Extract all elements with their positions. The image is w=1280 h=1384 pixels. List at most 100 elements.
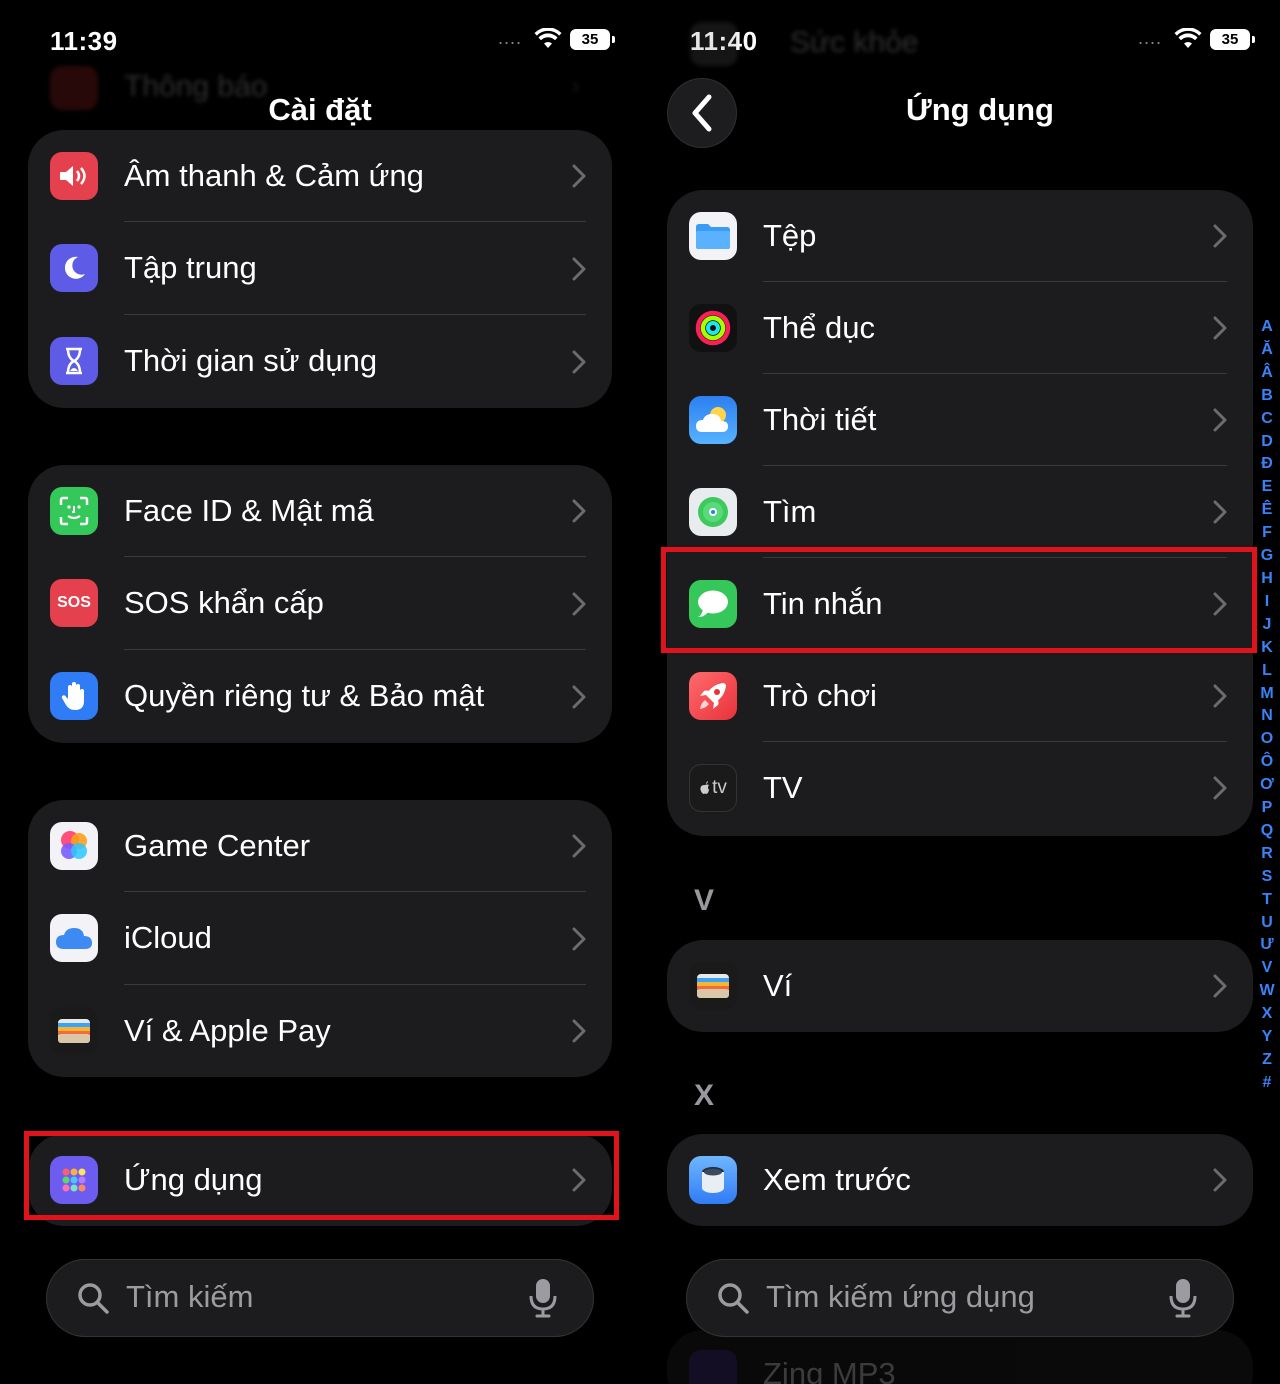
app-row-files[interactable]: Tệp: [667, 190, 1253, 282]
index-letter[interactable]: Â: [1261, 362, 1273, 385]
settings-row-apps[interactable]: Ứng dụng: [28, 1134, 612, 1226]
index-letter[interactable]: U: [1261, 912, 1273, 935]
settings-row-sos[interactable]: SOS SOS khẩn cấp: [28, 557, 612, 650]
app-row-zing-mp3[interactable]: Zing MP3: [667, 1330, 1253, 1384]
index-letter[interactable]: T: [1262, 889, 1272, 912]
search-placeholder: Tìm kiếm ứng dụng: [766, 1279, 1035, 1314]
chevron-right-icon: [1213, 316, 1227, 340]
index-letter[interactable]: M: [1260, 683, 1273, 706]
status-time: 11:39: [50, 26, 118, 56]
settings-row-wallet[interactable]: Ví & Apple Pay: [28, 985, 612, 1077]
app-row-wallet[interactable]: Ví: [667, 940, 1253, 1032]
index-letter[interactable]: S: [1262, 866, 1273, 889]
settings-row-sound[interactable]: Âm thanh & Cảm ứng: [28, 130, 612, 222]
page-title: Ứng dụng: [906, 92, 1054, 127]
row-label: Ứng dụng: [124, 1162, 263, 1197]
index-letter[interactable]: D: [1261, 431, 1273, 454]
row-label: Face ID & Mật mã: [124, 493, 374, 528]
apps-group-z-peek: Zing MP3: [667, 1330, 1253, 1384]
game-center-icon: [50, 822, 98, 870]
settings-screen: 11:39 .... 35 Thông báo › Cài đặt Âm tha…: [0, 0, 640, 1384]
index-letter[interactable]: O: [1261, 728, 1273, 751]
cellular-signal: ....: [497, 28, 522, 48]
search-bar[interactable]: Tìm kiếm: [46, 1259, 594, 1337]
chevron-right-icon: [1213, 684, 1227, 708]
index-letter[interactable]: A: [1261, 316, 1273, 339]
index-letter[interactable]: C: [1261, 408, 1273, 431]
settings-row-privacy[interactable]: Quyền riêng tư & Bảo mật: [28, 650, 612, 743]
index-letter[interactable]: F: [1262, 522, 1272, 545]
settings-row-screen-time[interactable]: Thời gian sử dụng: [28, 315, 612, 408]
wallet-icon: [50, 1007, 98, 1055]
index-letter[interactable]: Y: [1262, 1026, 1273, 1049]
chevron-right-icon: [1213, 776, 1227, 800]
folder-icon: [689, 212, 737, 260]
row-label: Ví & Apple Pay: [124, 1013, 331, 1048]
back-button[interactable]: [667, 78, 737, 148]
app-row-tv[interactable]: tv TV: [667, 742, 1253, 836]
index-letter[interactable]: G: [1261, 545, 1273, 568]
index-letter[interactable]: Ô: [1261, 751, 1273, 774]
search-icon: [718, 1283, 749, 1314]
index-letter[interactable]: J: [1263, 614, 1272, 637]
cloud-icon: [50, 914, 98, 962]
hourglass-icon: [50, 337, 98, 385]
index-letter[interactable]: V: [1262, 957, 1273, 980]
chevron-right-icon: [572, 592, 586, 616]
apps-group-t: Tệp Thể dục Thời tiết Tìm Tin nhắn Trò c…: [667, 190, 1253, 836]
index-letter[interactable]: Ư: [1260, 934, 1273, 957]
index-letter[interactable]: B: [1261, 385, 1273, 408]
index-letter[interactable]: Ă: [1261, 339, 1273, 362]
chevron-right-icon: [572, 1019, 586, 1043]
row-label: Game Center: [124, 828, 311, 863]
index-letter[interactable]: X: [1262, 1003, 1273, 1026]
settings-group-2: Face ID & Mật mã SOS SOS khẩn cấp Quyền …: [28, 465, 612, 743]
apps-grid-icon: [50, 1156, 98, 1204]
rocket-icon: [689, 672, 737, 720]
app-row-messages[interactable]: Tin nhắn: [667, 558, 1253, 650]
index-letter[interactable]: Ê: [1262, 499, 1273, 522]
row-label: Trò chơi: [763, 678, 877, 713]
index-letter[interactable]: N: [1261, 705, 1273, 728]
section-header-v: V: [694, 884, 715, 917]
index-letter[interactable]: E: [1262, 476, 1273, 499]
app-row-preview[interactable]: Xem trước: [667, 1134, 1253, 1226]
chevron-left-icon: [692, 94, 712, 132]
settings-row-icloud[interactable]: iCloud: [28, 892, 612, 985]
settings-row-game-center[interactable]: Game Center: [28, 800, 612, 892]
index-letter[interactable]: P: [1262, 797, 1273, 820]
tv-icon-text: tv: [712, 777, 727, 798]
find-my-icon: [689, 488, 737, 536]
chevron-right-icon: [1213, 592, 1227, 616]
row-label: Thể dục: [763, 310, 876, 345]
index-letter[interactable]: R: [1261, 843, 1273, 866]
index-letter[interactable]: H: [1261, 568, 1273, 591]
section-header-x: X: [694, 1079, 715, 1112]
index-letter[interactable]: Đ: [1261, 453, 1273, 476]
index-letter[interactable]: W: [1259, 980, 1274, 1003]
app-row-games[interactable]: Trò chơi: [667, 650, 1253, 742]
app-row-weather[interactable]: Thời tiết: [667, 374, 1253, 466]
index-letter[interactable]: L: [1262, 660, 1272, 683]
index-letter[interactable]: #: [1263, 1072, 1272, 1095]
sos-icon-text: SOS: [57, 594, 91, 611]
chevron-right-icon: [1213, 224, 1227, 248]
app-row-fitness[interactable]: Thể dục: [667, 282, 1253, 374]
index-letter[interactable]: I: [1265, 591, 1269, 614]
row-label: Quyền riêng tư & Bảo mật: [124, 678, 485, 713]
settings-row-face-id[interactable]: Face ID & Mật mã: [28, 465, 612, 557]
index-letter[interactable]: Q: [1261, 820, 1273, 843]
row-label: Tìm: [763, 494, 817, 529]
alphabet-index[interactable]: A Ă Â B C D Đ E Ê F G H I J K L M N O Ô Ơ P Q R S T U Ư V W X Y Z #: [1254, 316, 1280, 1095]
index-letter[interactable]: K: [1261, 637, 1273, 660]
app-search-bar[interactable]: Tìm kiếm ứng dụng: [686, 1259, 1234, 1337]
row-label: Âm thanh & Cảm ứng: [124, 158, 424, 193]
settings-row-focus[interactable]: Tập trung: [28, 222, 612, 315]
index-letter[interactable]: Z: [1262, 1049, 1272, 1072]
index-letter[interactable]: Ơ: [1260, 774, 1274, 797]
chevron-right-icon: [572, 834, 586, 858]
ghost-label: Sức khỏe: [790, 26, 919, 59]
microphone-icon[interactable]: [1168, 1277, 1198, 1319]
app-row-find-my[interactable]: Tìm: [667, 466, 1253, 558]
microphone-icon[interactable]: [528, 1277, 558, 1319]
